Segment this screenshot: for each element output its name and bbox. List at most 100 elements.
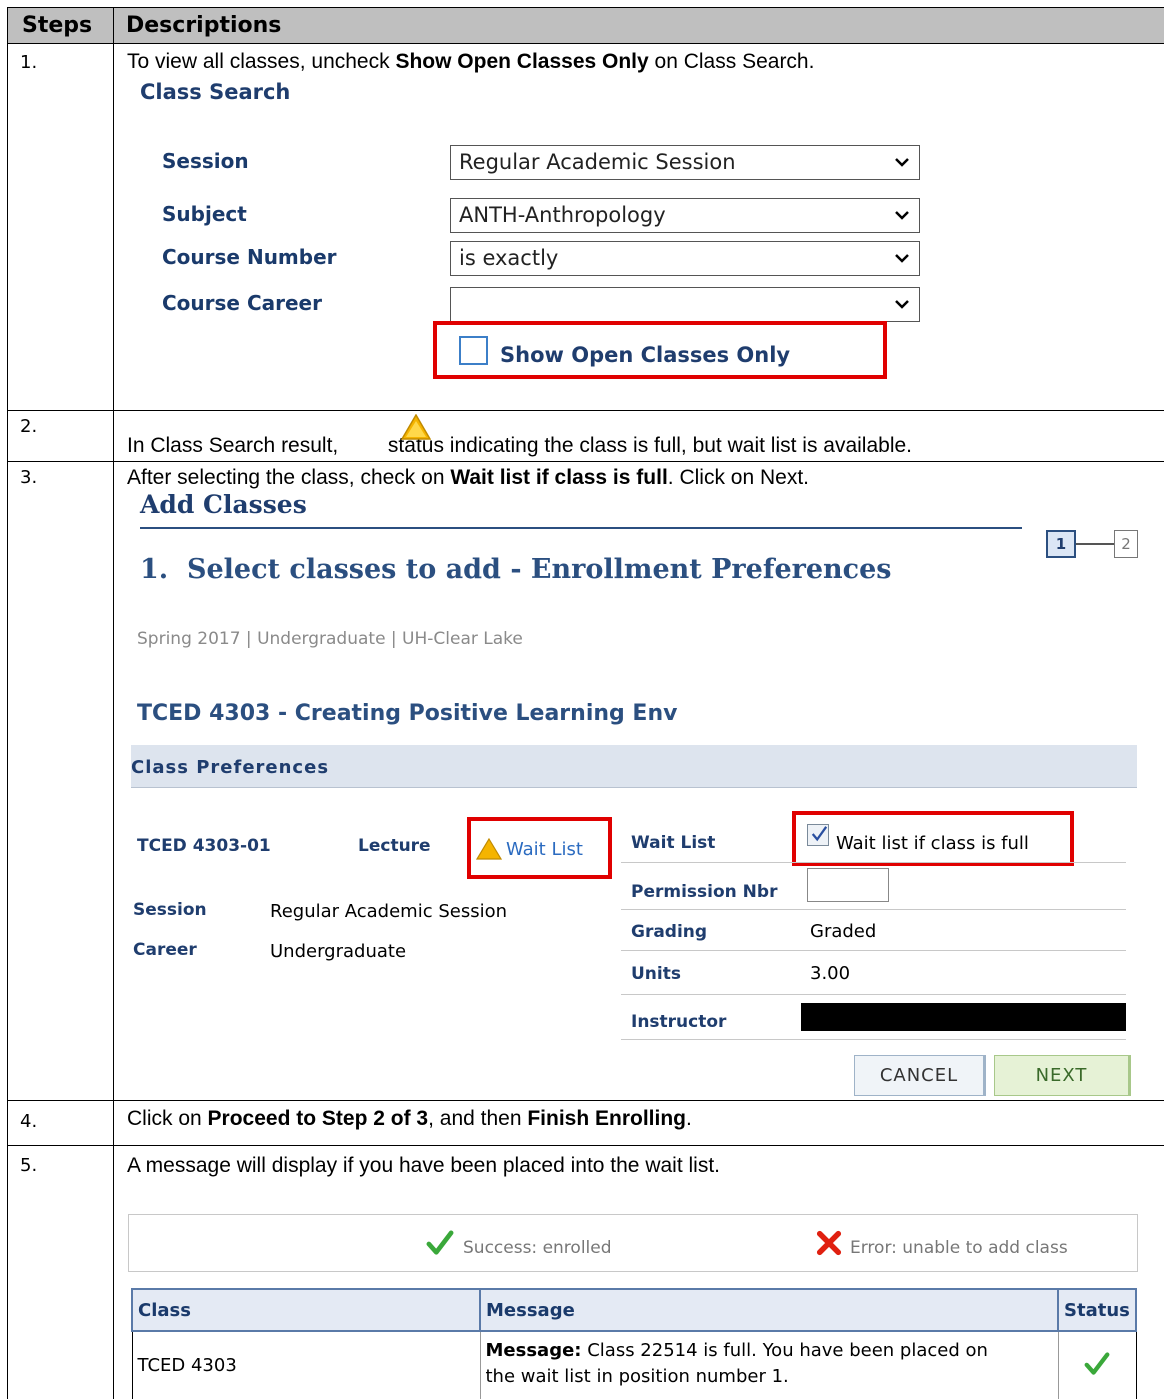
field-divider	[621, 1039, 1126, 1040]
course-career-select[interactable]	[450, 287, 920, 322]
row-divider	[7, 1145, 1164, 1146]
success-check-icon	[426, 1230, 454, 1255]
session-value: Regular Academic Session	[270, 901, 508, 922]
step-indicator-2[interactable]: 2	[1114, 530, 1138, 558]
course-number-select-value: is exactly	[459, 246, 559, 270]
instructor-redacted	[801, 1003, 1126, 1031]
step-title: 1. Select classes to add - Enrollment Pr…	[140, 554, 892, 585]
subject-select[interactable]: ANTH-Anthropology	[450, 198, 920, 233]
col-header-status: Status	[1057, 1288, 1137, 1332]
step-number: 2.	[20, 416, 38, 437]
title-underline	[140, 527, 1022, 529]
course-title: TCED 4303 - Creating Positive Learning E…	[137, 701, 678, 726]
error-x-icon	[816, 1230, 842, 1256]
success-check-icon	[1084, 1351, 1110, 1375]
result-message: Message: Class 22514 is full. You have b…	[480, 1331, 1059, 1399]
show-open-classes-label: Show Open Classes Only	[500, 343, 791, 367]
desc-text: status indicating the class is full, but…	[382, 434, 913, 457]
session-select-value: Regular Academic Session	[459, 150, 736, 174]
career-label: Career	[133, 940, 197, 960]
step-number: 3.	[20, 467, 38, 488]
desc-text: After selecting the class, check on	[127, 466, 451, 489]
step-number: 4.	[20, 1111, 38, 1132]
desc-text: In Class Search result,	[127, 434, 345, 457]
table-row: TCED 4303 Message: Class 22514 is full. …	[131, 1331, 1137, 1399]
chevron-down-icon	[895, 254, 909, 263]
desc-text: , and then	[428, 1107, 528, 1130]
step-description: A message will display if you have been …	[127, 1154, 720, 1177]
table-border-left	[7, 7, 8, 1399]
step-number: 1.	[20, 52, 38, 73]
header-descriptions: Descriptions	[126, 13, 282, 38]
header-steps: Steps	[22, 13, 93, 38]
instructor-label: Instructor	[631, 1012, 727, 1032]
step-connector	[1076, 543, 1114, 545]
step-indicator-2-label: 2	[1121, 535, 1131, 553]
result-status	[1058, 1331, 1137, 1399]
step-description: In Class Search result, status indicatin…	[127, 434, 912, 458]
field-divider	[621, 950, 1126, 951]
desc-bold: Wait list if class is full	[450, 466, 668, 489]
wait-list-checkbox-label: Wait list if class is full	[836, 833, 1029, 854]
col-header-message: Message	[479, 1288, 1059, 1332]
add-classes-title: Add Classes	[140, 490, 307, 519]
permission-number-input[interactable]	[807, 868, 889, 902]
show-open-classes-checkbox[interactable]	[459, 336, 488, 365]
class-component: Lecture	[358, 836, 431, 856]
term-line: Spring 2017 | Undergraduate | UH-Clear L…	[137, 629, 523, 649]
desc-text: on Class Search.	[648, 50, 815, 73]
step-number: 5.	[20, 1155, 38, 1176]
desc-text: To view all classes, uncheck	[127, 50, 396, 73]
warning-icon	[476, 838, 502, 860]
field-divider	[621, 909, 1126, 910]
career-value: Undergraduate	[270, 941, 407, 962]
warning-icon	[401, 414, 431, 440]
class-preferences-title: Class Preferences	[131, 757, 330, 778]
message-line-2: the wait list in position number 1.	[485, 1366, 789, 1387]
permission-label: Permission Nbr	[631, 882, 778, 902]
row-divider	[7, 1100, 1164, 1101]
wait-list-label: Wait List	[631, 833, 716, 853]
class-status: Wait List	[506, 839, 583, 860]
grading-value: Graded	[810, 921, 877, 942]
legend-error-text: Error: unable to add class	[850, 1238, 1068, 1258]
subject-select-value: ANTH-Anthropology	[459, 203, 666, 227]
cancel-button-label: CANCEL	[879, 1065, 959, 1086]
next-button[interactable]: NEXT	[994, 1055, 1131, 1096]
course-number-select[interactable]: is exactly	[450, 241, 920, 276]
grading-label: Grading	[631, 922, 708, 942]
chevron-down-icon	[895, 211, 909, 220]
step-description: To view all classes, uncheck Show Open C…	[127, 50, 814, 74]
chevron-down-icon	[895, 300, 909, 309]
course-number-label: Course Number	[162, 245, 337, 269]
row-divider	[7, 410, 1164, 411]
message-line-1: Class 22514 is full. You have been place…	[581, 1340, 988, 1361]
desc-bold: Proceed to Step 2 of 3	[207, 1107, 429, 1130]
units-label: Units	[631, 964, 681, 984]
legend-success-text: Success: enrolled	[463, 1238, 612, 1258]
cancel-button[interactable]: CANCEL	[854, 1055, 986, 1096]
subject-label: Subject	[162, 202, 247, 226]
col-header-class: Class	[131, 1288, 481, 1332]
session-label: Session	[162, 149, 249, 173]
step-description: Click on Proceed to Step 2 of 3, and the…	[127, 1107, 692, 1131]
field-divider	[621, 862, 1126, 863]
course-career-label: Course Career	[162, 291, 322, 315]
desc-bold: Show Open Classes Only	[395, 50, 649, 73]
class-search-title: Class Search	[140, 80, 291, 104]
step-indicator-1-label: 1	[1055, 535, 1067, 553]
step-indicator-1[interactable]: 1	[1046, 530, 1076, 558]
row-divider	[7, 461, 1164, 462]
wait-list-checkbox[interactable]	[807, 824, 829, 846]
checkmark-icon	[811, 826, 828, 842]
table-border-top	[7, 7, 1164, 8]
session-select[interactable]: Regular Academic Session	[450, 145, 920, 180]
results-table: Class Message Status TCED 4303 Message: …	[131, 1288, 1137, 1399]
table-column-divider	[113, 7, 114, 1399]
field-divider	[621, 994, 1126, 995]
desc-text: .	[686, 1107, 692, 1130]
desc-bold: Finish Enrolling	[527, 1107, 687, 1130]
class-section: TCED 4303-01	[137, 836, 271, 856]
message-label: Message:	[485, 1340, 582, 1361]
desc-text: Click on	[127, 1107, 208, 1130]
